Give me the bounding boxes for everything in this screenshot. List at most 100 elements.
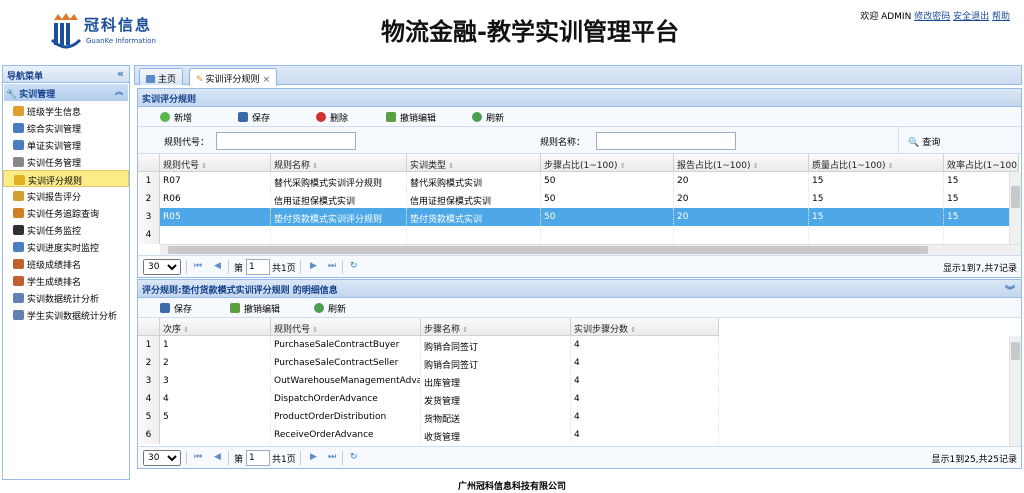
column-header[interactable]: 规则名称 ⇕ <box>271 154 407 172</box>
page-size-select[interactable]: 30 <box>143 259 181 275</box>
horizontal-scrollbar[interactable] <box>160 244 1021 255</box>
table-cell[interactable]: 发货管理 <box>421 390 571 408</box>
table-cell[interactable]: 4 <box>160 390 271 408</box>
table-cell[interactable]: 替代采购模式实训 <box>407 172 541 190</box>
table-cell[interactable]: OutWarehouseManagementAdvance <box>271 372 421 390</box>
page-number-input[interactable] <box>246 450 270 466</box>
table-cell[interactable]: 15 <box>944 172 1019 190</box>
table-row[interactable]: 1 1 PurchaseSaleContractBuyer 购销合同签订 4 <box>138 336 1021 354</box>
table-cell[interactable]: PurchaseSaleContractBuyer <box>271 336 421 354</box>
tab-home[interactable]: 主页 <box>139 68 184 85</box>
table-cell[interactable] <box>407 226 541 244</box>
detail-undo-button[interactable]: 撤销编辑 <box>230 302 280 315</box>
prev-page-icon[interactable]: ◀ <box>214 452 221 462</box>
detail-save-button[interactable]: 保存 <box>160 302 192 315</box>
sidebar-group-training[interactable]: 🔧 实训管理 ︽ <box>4 84 128 101</box>
page-number-input[interactable] <box>246 259 270 275</box>
first-page-icon[interactable]: ⏮ <box>194 452 202 462</box>
column-header[interactable]: 步骤名称 ⇕ <box>421 318 571 336</box>
logout-link[interactable]: 安全退出 <box>953 12 989 22</box>
page-size-select[interactable]: 30 <box>143 450 181 466</box>
sidebar-item[interactable]: 实训任务监控 <box>3 221 129 238</box>
table-cell[interactable]: PurchaseSaleContractSeller <box>271 354 421 372</box>
column-header[interactable]: 效率占比(1~100) ⇕ <box>944 154 1019 172</box>
change-password-link[interactable]: 修改密码 <box>914 12 950 22</box>
sidebar-item[interactable]: 实训评分规则 <box>3 170 129 187</box>
sidebar-item[interactable]: 学生成绩排名 <box>3 272 129 289</box>
rule-code-input[interactable] <box>216 132 356 150</box>
table-row[interactable]: 6 ReceiveOrderAdvance 收货管理 4 <box>138 426 1021 444</box>
chevron-up-icon[interactable]: ︽ <box>115 86 123 97</box>
table-cell[interactable]: 4 <box>571 408 719 426</box>
column-header[interactable]: 报告占比(1~100) ⇕ <box>674 154 809 172</box>
close-tab-icon[interactable]: × <box>263 75 271 85</box>
prev-page-icon[interactable]: ◀ <box>214 261 221 271</box>
table-cell[interactable]: 20 <box>674 208 809 226</box>
sidebar-item[interactable]: 班级学生信息 <box>3 102 129 119</box>
table-row[interactable]: 4 4 DispatchOrderAdvance 发货管理 4 <box>138 390 1021 408</box>
next-page-icon[interactable]: ▶ <box>310 452 317 462</box>
table-cell[interactable] <box>160 426 271 444</box>
table-cell[interactable]: 50 <box>541 172 674 190</box>
sidebar-item[interactable]: 实训任务管理 <box>3 153 129 170</box>
table-cell[interactable]: 信用证担保模式实训 <box>407 190 541 208</box>
table-cell[interactable]: 收货管理 <box>421 426 571 444</box>
table-cell[interactable]: R07 <box>160 172 271 190</box>
column-header[interactable]: 次序 ⇕ <box>160 318 271 336</box>
table-cell[interactable]: 信用证担保模式实训 <box>271 190 407 208</box>
last-page-icon[interactable]: ⏭ <box>328 261 336 271</box>
scrollbar-thumb[interactable] <box>1011 342 1020 360</box>
vertical-scrollbar[interactable] <box>1009 336 1021 446</box>
table-row[interactable]: 2 R06 信用证担保模式实训 信用证担保模式实训 50 20 15 15 <box>138 190 1021 208</box>
table-cell[interactable]: 4 <box>571 372 719 390</box>
table-cell[interactable]: 20 <box>674 190 809 208</box>
table-cell[interactable]: 4 <box>571 336 719 354</box>
tab-scoring-rules[interactable]: ✎ 实训评分规则 × <box>189 68 278 86</box>
table-cell[interactable]: R05 <box>160 208 271 226</box>
table-cell[interactable]: 4 <box>571 390 719 408</box>
table-cell[interactable]: 5 <box>160 408 271 426</box>
vertical-scrollbar[interactable] <box>1009 172 1021 244</box>
sidebar-item[interactable]: 实训进度实时监控 <box>3 238 129 255</box>
table-cell[interactable]: R06 <box>160 190 271 208</box>
table-cell[interactable]: 垫付货款模式实训评分规则 <box>271 208 407 226</box>
next-page-icon[interactable]: ▶ <box>310 261 317 271</box>
table-cell[interactable]: 购销合同签订 <box>421 354 571 372</box>
table-cell[interactable]: 垫付货款模式实训 <box>407 208 541 226</box>
pager-refresh-icon[interactable]: ↻ <box>350 452 358 462</box>
table-cell[interactable] <box>541 226 674 244</box>
add-button[interactable]: 新增 <box>160 111 192 124</box>
table-cell[interactable]: 15 <box>944 190 1019 208</box>
table-cell[interactable]: 替代采购模式实训评分规则 <box>271 172 407 190</box>
column-header[interactable]: 步骤占比(1~100) ⇕ <box>541 154 674 172</box>
sidebar-item[interactable]: 实训任务追踪查询 <box>3 204 129 221</box>
table-cell[interactable]: 货物配送 <box>421 408 571 426</box>
column-header[interactable]: 质量占比(1~100) ⇕ <box>809 154 944 172</box>
query-button[interactable]: 🔍 查询 <box>908 135 940 148</box>
last-page-icon[interactable]: ⏭ <box>328 452 336 462</box>
refresh-button[interactable]: 刷新 <box>472 111 504 124</box>
detail-refresh-button[interactable]: 刷新 <box>314 302 346 315</box>
delete-button[interactable]: 删除 <box>316 111 348 124</box>
table-cell[interactable]: 15 <box>809 172 944 190</box>
table-row[interactable]: 1 R07 替代采购模式实训评分规则 替代采购模式实训 50 20 15 15 <box>138 172 1021 190</box>
sidebar-item[interactable]: 班级成绩排名 <box>3 255 129 272</box>
table-cell[interactable]: 1 <box>160 336 271 354</box>
table-cell[interactable]: 15 <box>944 208 1019 226</box>
table-cell[interactable]: 4 <box>571 426 719 444</box>
help-link[interactable]: 帮助 <box>992 12 1010 22</box>
table-cell[interactable]: 50 <box>541 208 674 226</box>
collapse-left-icon[interactable]: « <box>117 67 124 80</box>
table-cell[interactable]: DispatchOrderAdvance <box>271 390 421 408</box>
table-cell[interactable]: 50 <box>541 190 674 208</box>
table-row[interactable]: 3 R05 垫付货款模式实训评分规则 垫付货款模式实训 50 20 15 15 <box>138 208 1021 226</box>
table-cell[interactable] <box>944 226 1019 244</box>
table-row[interactable]: 5 5 ProductOrderDistribution 货物配送 4 <box>138 408 1021 426</box>
pager-refresh-icon[interactable]: ↻ <box>350 261 358 271</box>
table-row[interactable]: 33OutWarehouseManagementAdvance出库管理4 <box>138 372 1021 390</box>
rule-name-input[interactable] <box>596 132 736 150</box>
table-cell[interactable]: 购销合同签订 <box>421 336 571 354</box>
column-header[interactable]: 规则代号 ⇕ <box>160 154 271 172</box>
table-row[interactable]: 2 2 PurchaseSaleContractSeller 购销合同签订 4 <box>138 354 1021 372</box>
undo-edit-button[interactable]: 撤销编辑 <box>386 111 436 124</box>
